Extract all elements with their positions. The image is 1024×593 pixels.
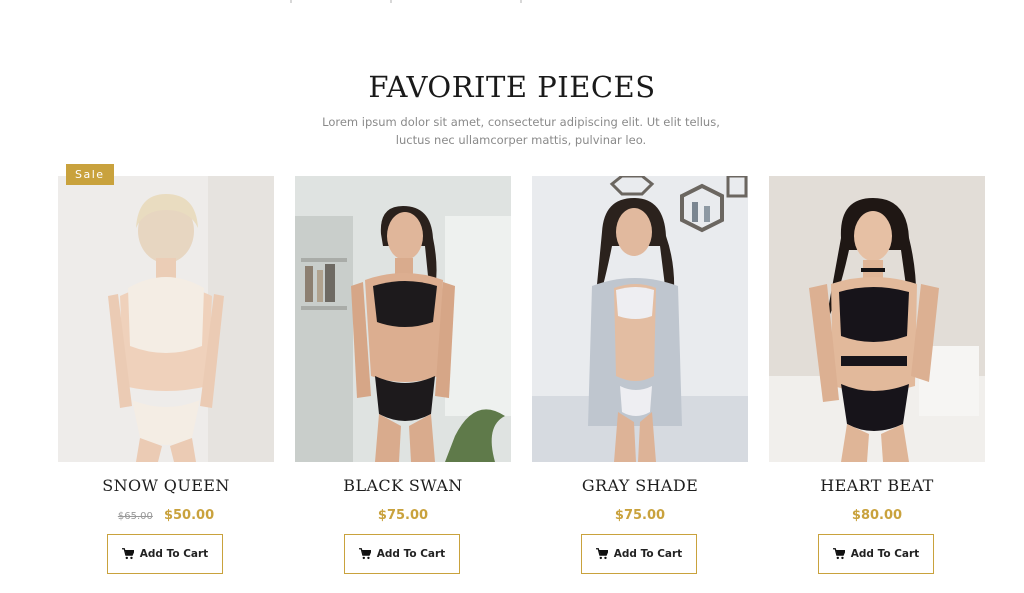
top-divider <box>290 0 522 3</box>
add-to-cart-button[interactable]: Add To Cart <box>818 534 934 574</box>
old-price: $65.00 <box>117 511 153 522</box>
sale-badge: Sale <box>66 164 114 185</box>
product-price: $75.00 <box>532 504 748 523</box>
price: $80.00 <box>851 508 903 523</box>
add-to-cart-button[interactable]: Add To Cart <box>344 534 460 574</box>
product-price: $75.00 <box>295 504 511 523</box>
add-to-cart-button[interactable]: Add To Cart <box>581 534 697 574</box>
product-name[interactable]: HEART BEAT <box>769 476 985 495</box>
product-name[interactable]: BLACK SWAN <box>295 476 511 495</box>
product-price: $80.00 <box>769 504 985 523</box>
product-price: $65.00 $50.00 <box>58 504 274 523</box>
product-image[interactable] <box>58 176 274 462</box>
price: $75.00 <box>614 508 666 523</box>
add-to-cart-label: Add To Cart <box>613 548 683 560</box>
add-to-cart-label: Add To Cart <box>850 548 920 560</box>
section-title: FAVORITE PIECES <box>368 70 656 104</box>
product-name[interactable]: SNOW QUEEN <box>58 476 274 495</box>
cart-icon <box>121 548 134 560</box>
add-to-cart-label: Add To Cart <box>139 548 209 560</box>
add-to-cart-button[interactable]: Add To Cart <box>107 534 223 574</box>
product-image[interactable] <box>769 176 985 462</box>
cart-icon <box>358 548 371 560</box>
price: $75.00 <box>377 508 429 523</box>
product-image[interactable] <box>532 176 748 462</box>
add-to-cart-label: Add To Cart <box>376 548 446 560</box>
product-image[interactable] <box>295 176 511 462</box>
cart-icon <box>595 548 608 560</box>
section-subtitle: Lorem ipsum dolor sit amet, consectetur … <box>322 115 720 147</box>
product-name[interactable]: GRAY SHADE <box>532 476 748 495</box>
cart-icon <box>832 548 845 560</box>
sale-price: $50.00 <box>163 508 215 523</box>
